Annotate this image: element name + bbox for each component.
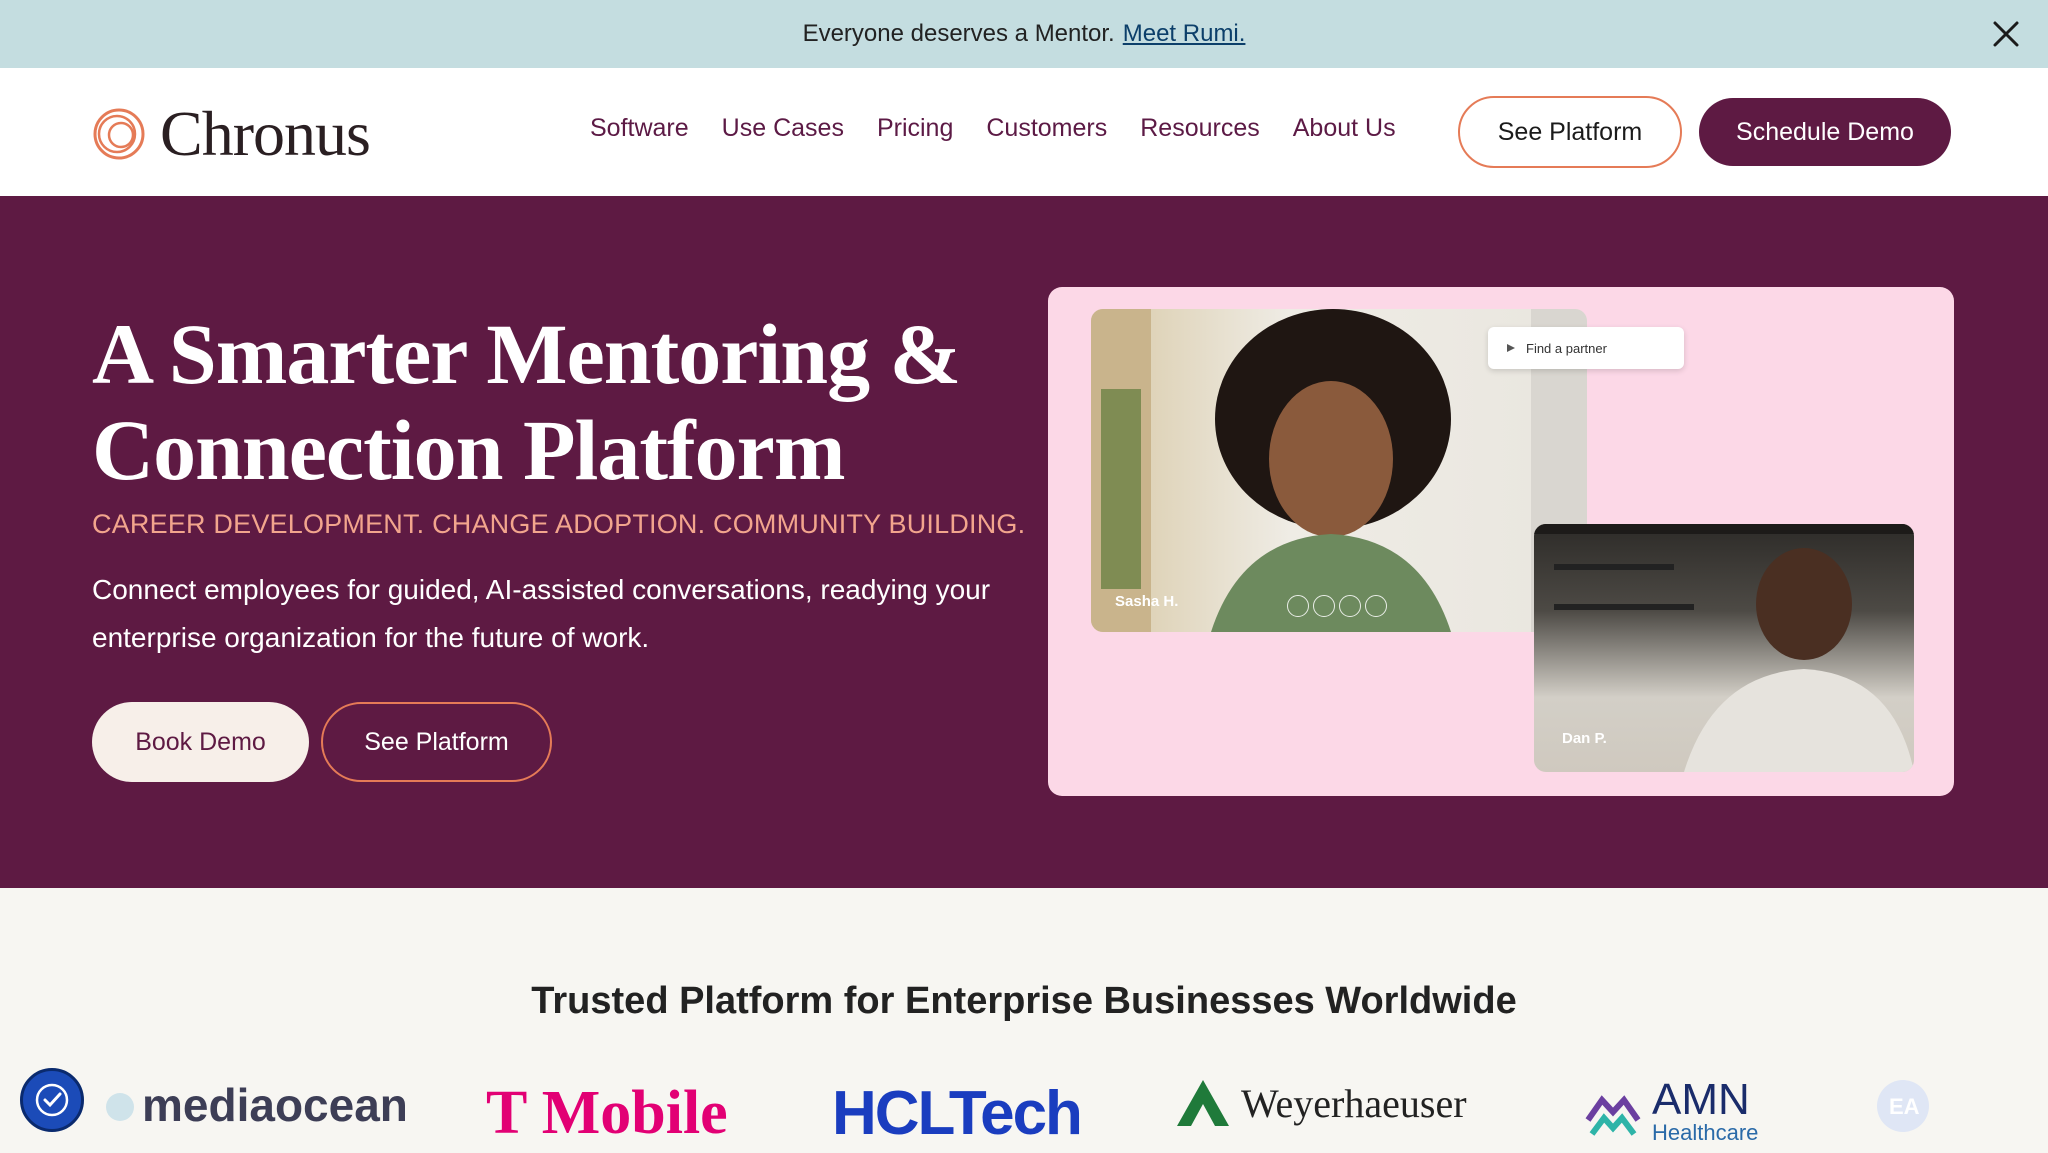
meet-rumi-link[interactable]: Meet Rumi. [1123, 20, 1246, 48]
ea-logo-icon: EA [1877, 1080, 1929, 1132]
announcement-bar: Everyone deserves a Mentor. Meet Rumi. [0, 0, 2048, 68]
weyerhaeuser-wordmark: Weyerhaeuser [1241, 1080, 1467, 1126]
amn-mark-icon [1585, 1095, 1641, 1136]
amn-wordmark: AMN [1652, 1075, 1750, 1124]
chat-icon [1339, 595, 1361, 617]
hero-description: Connect employees for guided, AI-assiste… [92, 574, 991, 653]
hero-title: A Smarter Mentoring & Connection Platfor… [92, 306, 1052, 498]
nav-pricing[interactable]: Pricing [877, 114, 953, 143]
see-platform-button[interactable]: See Platform [1458, 96, 1682, 168]
hero-section: A Smarter Mentoring & Connection Platfor… [0, 196, 2048, 888]
hero-title-line2: Connection Platform [92, 402, 845, 498]
find-partner-label: Find a partner [1526, 340, 1607, 356]
customer-logos: mediaocean T Mobile HCLTech Weyerhaeuser… [0, 1070, 2048, 1153]
announcement-text: Everyone deserves a Mentor. [802, 20, 1115, 47]
dan-name-tag: Dan P. [1562, 730, 1607, 747]
site-header: Chronus Software Use Cases Pricing Custo… [0, 68, 2048, 196]
video-tile-dan: Dan P. [1534, 524, 1914, 772]
chronus-logo-icon [93, 108, 145, 160]
hero-title-line1: A Smarter Mentoring & [92, 306, 961, 402]
logo-wordmark: Chronus [160, 98, 371, 169]
tmobile-logo: T Mobile [486, 1078, 728, 1149]
weyerhaeuser-tree-icon [1177, 1080, 1229, 1126]
captions-icon [1313, 595, 1335, 617]
hcltech-logo: HCLTech [832, 1078, 1083, 1149]
hero-see-platform-button[interactable]: See Platform [321, 702, 552, 782]
ea-logo: EA [1875, 1078, 1931, 1134]
schedule-demo-button[interactable]: Schedule Demo [1699, 98, 1951, 166]
healthcare-wordmark: Healthcare [1652, 1120, 1759, 1145]
nav-customers[interactable]: Customers [986, 114, 1107, 143]
sasha-name-tag: Sasha H. [1115, 593, 1179, 610]
mediaocean-wordmark: mediaocean [142, 1079, 408, 1131]
find-partner-button[interactable]: Find a partner [1488, 327, 1684, 369]
main-nav: Software Use Cases Pricing Customers Res… [590, 114, 1396, 143]
svg-text:EA: EA [1889, 1094, 1920, 1119]
nav-use-cases[interactable]: Use Cases [722, 114, 844, 143]
nav-about-us[interactable]: About Us [1293, 114, 1396, 143]
play-icon [1507, 344, 1515, 352]
weyerhaeuser-logo: Weyerhaeuser [1175, 1078, 1467, 1128]
nav-resources[interactable]: Resources [1140, 114, 1260, 143]
accessibility-icon[interactable] [20, 1068, 84, 1132]
nav-software[interactable]: Software [590, 114, 689, 143]
chronus-logo[interactable]: Chronus [92, 98, 371, 169]
hero-tagline: CAREER DEVELOPMENT. CHANGE ADOPTION. COM… [92, 509, 1026, 539]
mediaocean-mark-icon [106, 1093, 134, 1121]
mic-icon [1287, 595, 1309, 617]
hcltech-wordmark: HCLTech [832, 1079, 1083, 1148]
record-icon [1365, 595, 1387, 617]
close-icon[interactable] [1984, 12, 2028, 56]
mediaocean-logo: mediaocean [100, 1078, 408, 1132]
hero-visual-card: Sasha H. Find a partner Dan P. [1048, 287, 1954, 796]
trusted-heading: Trusted Platform for Enterprise Business… [531, 980, 1517, 1022]
amn-healthcare-logo: AMN Healthcare [1582, 1078, 1758, 1144]
tmobile-wordmark: T Mobile [486, 1079, 728, 1147]
book-demo-button[interactable]: Book Demo [92, 702, 309, 782]
